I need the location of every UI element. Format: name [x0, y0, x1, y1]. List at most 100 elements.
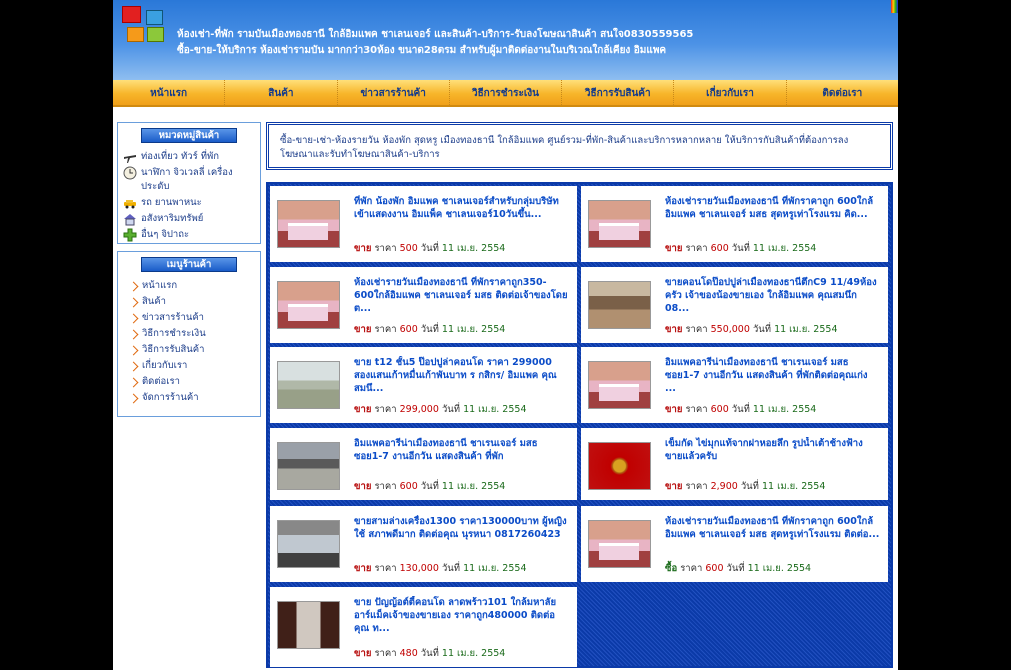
menu-label: วิธีการรับสินค้า — [142, 344, 205, 355]
nav-about[interactable]: เกี่ยวกับเรา — [674, 80, 787, 105]
category-panel-title: หมวดหมู่สินค้า — [141, 128, 237, 143]
listing-title[interactable]: เข็มกัด ไข่มุกแท้จากฝาหอยลึก รูปน้ำเต้าช… — [665, 437, 880, 463]
listing-card[interactable]: ขายคอนโดป๊อปปูล่าเมืองทองธานีตึกC9 11/49… — [581, 267, 888, 343]
listing-thumbnail[interactable] — [588, 361, 651, 409]
date-label: วันที่ — [420, 648, 439, 659]
listing-card[interactable]: ห้องเช่ารายวันเมืองทองธานี ที่พักราคาถูก… — [581, 506, 888, 582]
listing-price: 299,000 — [399, 404, 439, 415]
listing-price: 600 — [705, 563, 724, 574]
listing-kind: ขาย — [354, 324, 372, 335]
listing-meta: ขาย ราคา 130,000 วันที่ 11 เม.ย. 2554 — [354, 561, 526, 576]
listing-title[interactable]: ขาย ปัญญ้อต์ตี้คอนโด ลาดพร้าว101 ใกล้มหา… — [354, 596, 569, 635]
listing-kind: ขาย — [354, 648, 372, 659]
listing-kind: ขาย — [354, 481, 372, 492]
menu-label: หน้าแรก — [142, 280, 178, 291]
listing-meta: ขาย ราคา 550,000 วันที่ 11 เม.ย. 2554 — [665, 322, 837, 337]
listing-thumbnail[interactable] — [277, 520, 340, 568]
listing-kind: ขาย — [354, 404, 372, 415]
nav-payment[interactable]: วิธีการชำระเงิน — [450, 80, 563, 105]
nav-contact[interactable]: ติดต่อเรา — [787, 80, 898, 105]
listing-kind: ขาย — [665, 481, 683, 492]
logo-orange-square — [127, 27, 144, 42]
listing-kind: ขาย — [665, 324, 683, 335]
listing-price: 600 — [399, 481, 418, 492]
price-label: ราคา — [374, 648, 397, 659]
listing-thumbnail[interactable] — [588, 281, 651, 329]
category-realestate[interactable]: อสังหาริมทรัพย์ — [118, 211, 260, 227]
nav-news[interactable]: ข่าวสารร้านค้า — [338, 80, 450, 105]
nav-products[interactable]: สินค้า — [225, 80, 338, 105]
color-strip-icon — [891, 0, 898, 13]
listing-date: 11 เม.ย. 2554 — [463, 563, 527, 574]
listing-thumbnail[interactable] — [277, 361, 340, 409]
listing-price: 500 — [399, 243, 418, 254]
menu-manage-shop[interactable]: จัดการร้านค้า — [118, 390, 260, 406]
date-label: วันที่ — [420, 324, 439, 335]
nav-delivery[interactable]: วิธีการรับสินค้า — [562, 80, 675, 105]
listing-title[interactable]: อิมแพคอารีน่าเมืองทองธานี ชาเรนเจอร์ มสธ… — [665, 356, 880, 395]
listing-thumbnail[interactable] — [277, 442, 340, 490]
listing-title[interactable]: ห้องเช่ารายวันเมืองทองธานี ที่พักราคาถูก… — [665, 515, 880, 541]
listing-card[interactable]: ห้องเช่ารายวันเมืองทองธานี ที่พักราคาถูก… — [270, 267, 577, 343]
listing-title[interactable]: ที่พัก น้องพัก อิมแพค ชาเลนเจอร์สำหรับกล… — [354, 195, 569, 221]
price-label: ราคา — [374, 324, 397, 335]
listing-title[interactable]: ขายคอนโดป๊อปปูล่าเมืองทองธานีตึกC9 11/49… — [665, 276, 880, 315]
nav-home[interactable]: หน้าแรก — [113, 80, 226, 105]
listing-price: 550,000 — [710, 324, 750, 335]
arrow-icon — [128, 313, 139, 323]
listing-title[interactable]: ขาย t12 ชั้น5 ป๊อปปูล่าคอนโด ราคา 299000… — [354, 356, 569, 395]
menu-news[interactable]: ข่าวสารร้านค้า — [118, 310, 260, 326]
date-label: วันที่ — [726, 563, 745, 574]
listing-meta: ขาย ราคา 500 วันที่ 11 เม.ย. 2554 — [354, 241, 505, 256]
listing-date: 11 เม.ย. 2554 — [441, 243, 506, 254]
listing-kind: ขาย — [665, 404, 683, 415]
category-label: อสังหาริมทรัพย์ — [141, 213, 204, 224]
menu-products[interactable]: สินค้า — [118, 294, 260, 310]
menu-home[interactable]: หน้าแรก — [118, 278, 260, 294]
listing-thumbnail[interactable] — [588, 442, 651, 490]
listing-meta: ซื้อ ราคา 600 วันที่ 11 เม.ย. 2554 — [665, 561, 811, 576]
price-label: ราคา — [374, 563, 397, 574]
listing-card[interactable]: ขาย t12 ชั้น5 ป๊อปปูล่าคอนโด ราคา 299000… — [270, 347, 577, 423]
date-label: วันที่ — [740, 481, 759, 492]
listing-card[interactable]: อิมแพคอารีน่าเมืองทองธานี ชาเรนเจอร์ มสธ… — [270, 428, 577, 500]
listing-card[interactable]: อิมแพคอารีน่าเมืองทองธานี ชาเรนเจอร์ มสธ… — [581, 347, 888, 423]
category-vehicles[interactable]: รถ ยานพาหนะ — [118, 195, 260, 211]
listing-card[interactable]: ที่พัก น้องพัก อิมแพค ชาเลนเจอร์สำหรับกล… — [270, 186, 577, 262]
menu-delivery[interactable]: วิธีการรับสินค้า — [118, 342, 260, 358]
date-label: วันที่ — [441, 404, 461, 415]
date-label: วันที่ — [420, 243, 439, 254]
listing-thumbnail[interactable] — [588, 520, 651, 568]
listing-title[interactable]: ห้องเช่ารายวันเมืองทองธานี ที่พักราคาถูก… — [354, 276, 569, 315]
logo-green-square — [147, 27, 164, 42]
menu-contact[interactable]: ติดต่อเรา — [118, 374, 260, 390]
listing-thumbnail[interactable] — [277, 601, 340, 649]
category-watches[interactable]: นาฬิกา จิวเวลลี่ เครื่องประดับ — [118, 165, 260, 195]
category-label: รถ ยานพาหนะ — [141, 197, 202, 208]
house-icon — [123, 212, 137, 226]
listing-date: 11 เม.ย. 2554 — [774, 324, 838, 335]
menu-payment[interactable]: วิธีการชำระเงิน — [118, 326, 260, 342]
listing-card[interactable]: ขาย ปัญญ้อต์ตี้คอนโด ลาดพร้าว101 ใกล้มหา… — [270, 587, 577, 667]
listing-title[interactable]: ห้องเช่ารายวันเมืองทองธานี ที่พักราคาถูก… — [665, 195, 880, 221]
site-logo[interactable] — [122, 6, 166, 44]
category-panel: หมวดหมู่สินค้า ท่องเที่ยว ทัวร์ ที่พัก น… — [117, 122, 261, 244]
listing-title[interactable]: ขายสามล่างเครื่อง1300 ราคา130000บาท ผู้ห… — [354, 515, 569, 541]
listing-thumbnail[interactable] — [277, 200, 340, 248]
menu-about[interactable]: เกี่ยวกับเรา — [118, 358, 260, 374]
menu-label: สินค้า — [142, 296, 166, 307]
listing-card[interactable]: ห้องเช่ารายวันเมืองทองธานี ที่พักราคาถูก… — [581, 186, 888, 262]
listing-thumbnail[interactable] — [588, 200, 651, 248]
listing-price: 600 — [710, 243, 729, 254]
listing-date: 11 เม.ย. 2554 — [463, 404, 527, 415]
price-label: ราคา — [685, 404, 708, 415]
listing-card[interactable]: เข็มกัด ไข่มุกแท้จากฝาหอยลึก รูปน้ำเต้าช… — [581, 428, 888, 500]
listing-title[interactable]: อิมแพคอารีน่าเมืองทองธานี ชาเรนเจอร์ มสธ… — [354, 437, 569, 463]
listing-thumbnail[interactable] — [277, 281, 340, 329]
listing-card[interactable]: ขายสามล่างเครื่อง1300 ราคา130000บาท ผู้ห… — [270, 506, 577, 582]
listing-date: 11 เม.ย. 2554 — [441, 648, 506, 659]
category-misc[interactable]: อื่นๆ จิปาถะ — [118, 227, 260, 243]
menu-label: เกี่ยวกับเรา — [142, 360, 188, 371]
category-travel[interactable]: ท่องเที่ยว ทัวร์ ที่พัก — [118, 149, 260, 165]
category-label: ท่องเที่ยว ทัวร์ ที่พัก — [141, 151, 220, 162]
